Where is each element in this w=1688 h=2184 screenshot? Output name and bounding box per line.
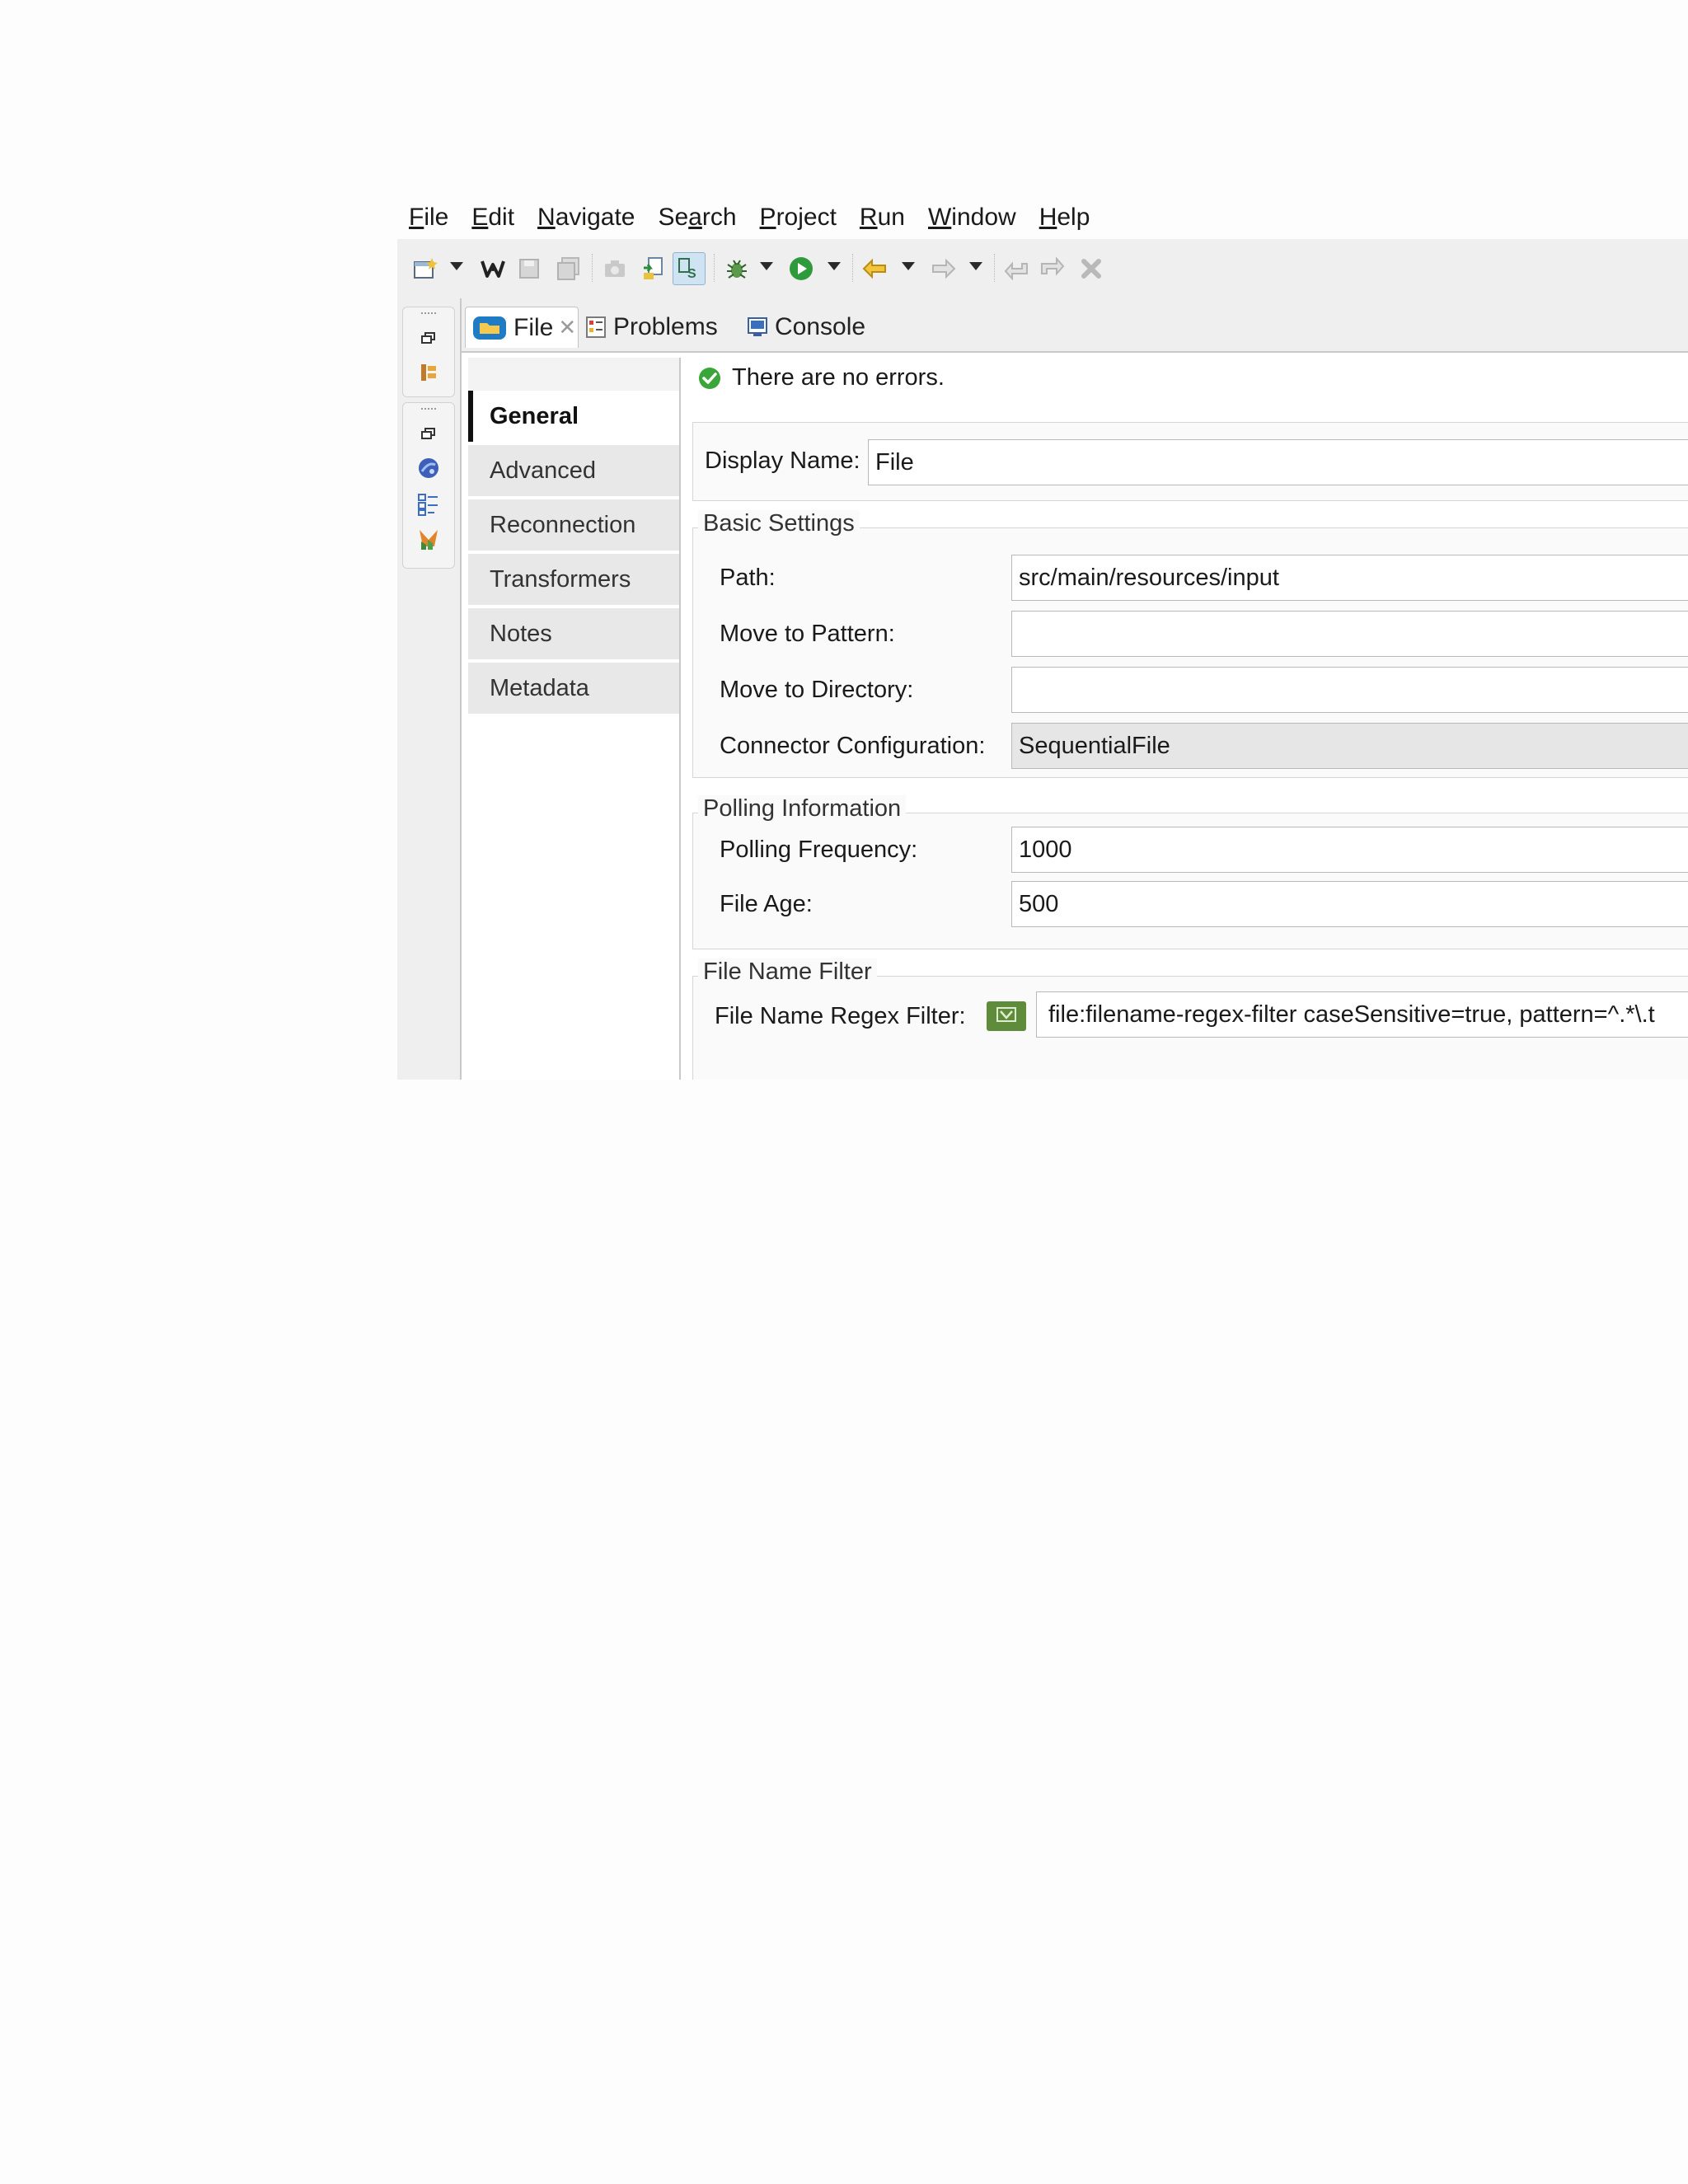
redo-icon[interactable] — [1035, 252, 1068, 285]
new-dropdown-caret-icon[interactable] — [450, 262, 463, 270]
menu-window[interactable]: Window — [928, 204, 1016, 232]
tab-console-label: Console — [775, 313, 866, 340]
move-to-directory-label: Move to Directory: — [720, 677, 914, 703]
save-all-icon[interactable] — [552, 252, 585, 285]
tab-problems[interactable]: Problems — [585, 307, 718, 348]
xs-icon[interactable]: S — [673, 252, 706, 285]
folder-icon — [472, 316, 507, 340]
file-endpoint-editor: General Advanced Reconnection Transforme… — [462, 353, 1688, 1080]
back-dropdown-caret-icon[interactable] — [902, 262, 915, 270]
polling-frequency-label: Polling Frequency: — [720, 837, 918, 863]
polling-frequency-field[interactable]: 1000 — [1011, 827, 1688, 873]
tab-console[interactable]: Console — [747, 307, 865, 348]
basic-settings-panel: Basic Settings Path: src/main/resources/… — [692, 510, 1688, 778]
mule-icon[interactable] — [476, 252, 509, 285]
display-name-panel: Display Name: File — [692, 422, 1688, 501]
outline-icon[interactable] — [416, 492, 441, 517]
debug-icon[interactable] — [720, 252, 753, 285]
connector-configuration-label: Connector Configuration: — [720, 733, 986, 759]
file-age-field[interactable]: 500 — [1011, 881, 1688, 927]
debug-dropdown-caret-icon[interactable] — [760, 262, 773, 270]
close-icon[interactable]: ✕ — [558, 315, 576, 340]
problems-icon — [585, 316, 607, 339]
status-text: There are no errors. — [732, 364, 945, 391]
nav-item-transformers[interactable]: Transformers — [468, 554, 679, 605]
connector-configuration-select[interactable]: SequentialFile — [1011, 723, 1688, 769]
polling-information-legend: Polling Information — [698, 795, 907, 823]
mule-palette-icon[interactable] — [416, 527, 441, 551]
new-wizard-icon[interactable] — [409, 252, 442, 285]
menu-search[interactable]: Search — [658, 204, 736, 232]
basic-settings-legend: Basic Settings — [698, 510, 860, 537]
menu-navigate[interactable]: Navigate — [537, 204, 635, 232]
main-toolbar: S — [397, 239, 1688, 299]
filter-edit-button[interactable] — [987, 1001, 1026, 1031]
check-circle-icon — [697, 366, 722, 391]
move-to-pattern-field[interactable] — [1011, 611, 1688, 657]
left-trim-bar — [397, 298, 462, 1080]
back-icon[interactable] — [859, 252, 892, 285]
status-message: There are no errors. — [697, 364, 945, 391]
menubar: File Edit Navigate Search Project Run Window He… — [397, 196, 1688, 239]
editor-tab-bar: File ✕ Problems Console — [462, 298, 1688, 353]
display-name-field[interactable]: File — [868, 439, 1688, 485]
trim-stack-bottom — [402, 402, 455, 569]
path-label: Path: — [720, 565, 776, 591]
nav-item-general[interactable]: General — [468, 391, 679, 442]
undo-icon[interactable] — [1001, 252, 1034, 285]
run-dropdown-caret-icon[interactable] — [828, 262, 841, 270]
tab-file-label: File — [513, 313, 554, 341]
forward-dropdown-caret-icon[interactable] — [969, 262, 982, 270]
general-content: There are no errors. Display Name: File … — [682, 353, 1688, 1080]
restore-icon[interactable] — [416, 421, 441, 446]
nav-item-advanced[interactable]: Advanced — [468, 445, 679, 496]
camera-icon[interactable] — [598, 252, 631, 285]
restore-icon[interactable] — [416, 326, 441, 350]
display-name-label: Display Name: — [705, 448, 860, 474]
polling-information-panel: Polling Information Polling Frequency: 1… — [692, 795, 1688, 949]
menu-project[interactable]: Project — [760, 204, 837, 232]
globe-icon[interactable] — [416, 456, 441, 480]
nav-item-metadata[interactable]: Metadata — [468, 663, 679, 714]
file-name-filter-legend: File Name Filter — [698, 958, 877, 986]
save-icon[interactable] — [513, 252, 546, 285]
mule-filter-icon — [996, 1006, 1017, 1027]
nav-item-notes[interactable]: Notes — [468, 608, 679, 659]
file-name-regex-filter-label: File Name Regex Filter: — [715, 1003, 966, 1029]
tab-problems-label: Problems — [613, 313, 718, 340]
console-icon — [747, 316, 768, 338]
menu-file[interactable]: File — [409, 204, 448, 232]
properties-side-nav: General Advanced Reconnection Transforme… — [468, 358, 681, 1080]
forward-icon[interactable] — [926, 252, 959, 285]
open-type-icon[interactable] — [636, 252, 669, 285]
tab-file[interactable]: File ✕ — [465, 307, 579, 348]
package-explorer-icon[interactable] — [416, 360, 441, 385]
ide-window: File Edit Navigate Search Project Run Window He… — [397, 0, 1688, 1080]
file-age-label: File Age: — [720, 891, 813, 917]
menu-edit[interactable]: Edit — [471, 204, 514, 232]
move-to-directory-field[interactable] — [1011, 667, 1688, 713]
nav-item-reconnection[interactable]: Reconnection — [468, 499, 679, 551]
menu-help[interactable]: Help — [1039, 204, 1090, 232]
move-to-pattern-label: Move to Pattern: — [720, 621, 895, 647]
svg-text:S: S — [687, 267, 696, 281]
trim-stack-top — [402, 307, 455, 397]
menu-run[interactable]: Run — [860, 204, 905, 232]
path-field[interactable]: src/main/resources/input — [1011, 555, 1688, 601]
run-icon[interactable] — [785, 252, 818, 285]
file-name-filter-panel: File Name Filter File Name Regex Filter:… — [692, 958, 1688, 1080]
file-name-regex-filter-field[interactable]: file:filename-regex-filter caseSensitive… — [1036, 991, 1688, 1038]
close-red-icon[interactable] — [1075, 252, 1108, 285]
